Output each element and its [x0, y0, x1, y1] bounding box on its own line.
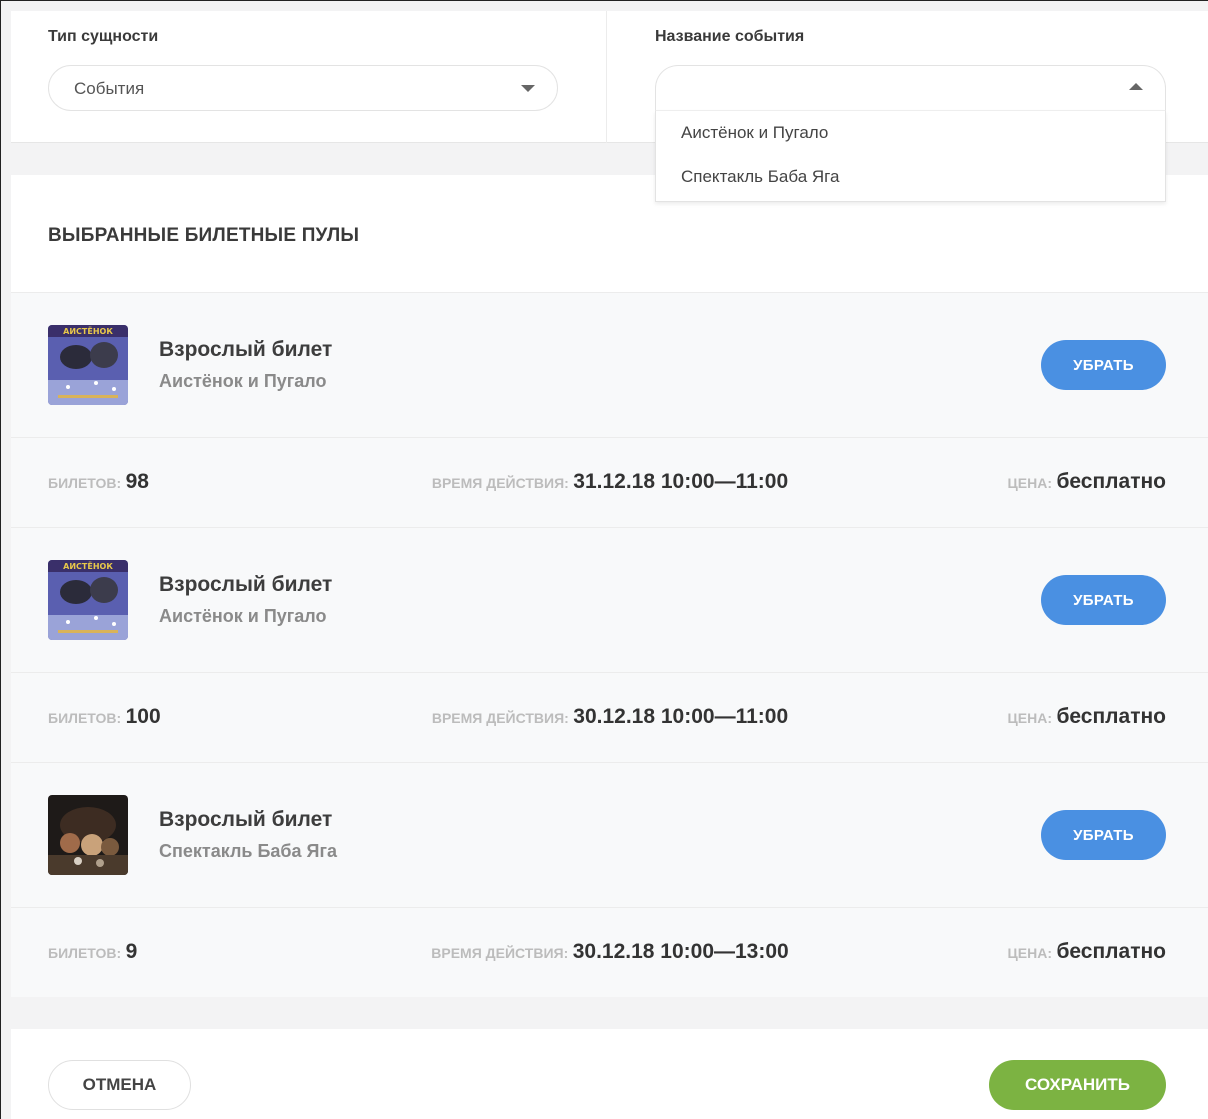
pool-event: Спектакль Баба Яга	[159, 841, 337, 861]
validity-value: 31.12.18 10:00—11:00	[573, 470, 789, 493]
ticket-pool-header: Взрослый билет Спектакль Баба Яга УБРАТЬ	[11, 763, 1208, 908]
save-button[interactable]: СОХРАНИТЬ	[989, 1060, 1166, 1110]
entity-type-select[interactable]: События	[48, 65, 558, 111]
app-frame: Тип сущности События Название события Аи…	[0, 0, 1208, 1119]
svg-text:АИСТЁНОК: АИСТЁНОК	[63, 561, 113, 571]
selected-pools-panel: ВЫБРАННЫЕ БИЛЕТНЫЕ ПУЛЫ АИСТЁНОК Взрослы…	[11, 175, 1208, 997]
ticket-pool-header: АИСТЁНОК Взрослый билет Аистёнок и Пугал…	[11, 293, 1208, 438]
section-title: ВЫБРАННЫЕ БИЛЕТНЫЕ ПУЛЫ	[48, 225, 360, 246]
validity-label: ВРЕМЯ ДЕЙСТВИЯ:	[431, 475, 569, 491]
baba-yaga-poster-image	[48, 795, 128, 875]
stork-poster-image: АИСТЁНОК	[48, 325, 128, 405]
stork-poster-icon: АИСТЁНОК	[48, 560, 128, 640]
ticket-pool-header: АИСТЁНОК Взрослый билет Аистёнок и Пугал…	[11, 528, 1208, 673]
chevron-up-icon	[1129, 83, 1143, 90]
validity-value: 30.12.18 10:00—11:00	[573, 705, 789, 728]
stork-poster-icon: АИСТЁНОК	[48, 325, 128, 405]
remove-button[interactable]: УБРАТЬ	[1041, 810, 1166, 860]
remove-button[interactable]: УБРАТЬ	[1041, 575, 1166, 625]
event-name-label: Название события	[655, 28, 805, 45]
event-name-dropdown: Аистёнок и Пугало Спектакль Баба Яга	[655, 111, 1166, 202]
dropdown-option[interactable]: Спектакль Баба Яга	[656, 155, 1165, 199]
price-label: ЦЕНА:	[1007, 475, 1052, 491]
price-value: бесплатно	[1056, 470, 1166, 493]
ticket-pool: Взрослый билет Спектакль Баба Яга УБРАТЬ…	[11, 762, 1208, 997]
stork-poster-image: АИСТЁНОК	[48, 560, 128, 640]
pool-event: Аистёнок и Пугало	[159, 606, 327, 626]
ticket-pool: АИСТЁНОК Взрослый билет Аистёнок и Пугал…	[11, 292, 1208, 527]
price-value: бесплатно	[1056, 705, 1166, 728]
entity-type-filter: Тип сущности События	[11, 11, 607, 143]
validity-value: 30.12.18 10:00—13:00	[572, 940, 789, 963]
ticket-pool-meta: БИЛЕТОВ: 9 ВРЕМЯ ДЕЙСТВИЯ: 30.12.18 10:0…	[11, 908, 1208, 997]
pool-list: АИСТЁНОК Взрослый билет Аистёнок и Пугал…	[11, 292, 1208, 997]
price: ЦЕНА: бесплатно	[1008, 470, 1166, 494]
event-name-select[interactable]	[655, 65, 1166, 111]
entity-type-label: Тип сущности	[48, 28, 159, 45]
ticket-pool-meta: БИЛЕТОВ: 100 ВРЕМЯ ДЕЙСТВИЯ: 30.12.18 10…	[11, 673, 1208, 762]
validity-label: ВРЕМЯ ДЕЙСТВИЯ:	[431, 710, 569, 726]
entity-type-value: События	[74, 79, 145, 98]
price-value: бесплатно	[1056, 940, 1166, 963]
ticket-pool: АИСТЁНОК Взрослый билет Аистёнок и Пугал…	[11, 527, 1208, 762]
svg-text:АИСТЁНОК: АИСТЁНОК	[63, 326, 113, 336]
dropdown-option[interactable]: Аистёнок и Пугало	[656, 111, 1165, 155]
price-label: ЦЕНА:	[1007, 945, 1052, 961]
pool-event: Аистёнок и Пугало	[159, 371, 327, 391]
footer: ОТМЕНА СОХРАНИТЬ	[11, 1029, 1208, 1119]
pool-name: Взрослый билет	[159, 573, 333, 596]
price: ЦЕНА: бесплатно	[1008, 705, 1166, 729]
pool-name: Взрослый билет	[159, 808, 333, 831]
chevron-down-icon	[521, 85, 535, 92]
price: ЦЕНА: бесплатно	[1008, 940, 1166, 964]
validity-label: ВРЕМЯ ДЕЙСТВИЯ:	[431, 945, 569, 961]
ticket-pool-meta: БИЛЕТОВ: 98 ВРЕМЯ ДЕЙСТВИЯ: 31.12.18 10:…	[11, 438, 1208, 527]
pool-name: Взрослый билет	[159, 338, 333, 361]
baba-yaga-poster-icon	[48, 795, 128, 875]
remove-button[interactable]: УБРАТЬ	[1041, 340, 1166, 390]
price-label: ЦЕНА:	[1007, 710, 1052, 726]
cancel-button[interactable]: ОТМЕНА	[48, 1060, 191, 1110]
